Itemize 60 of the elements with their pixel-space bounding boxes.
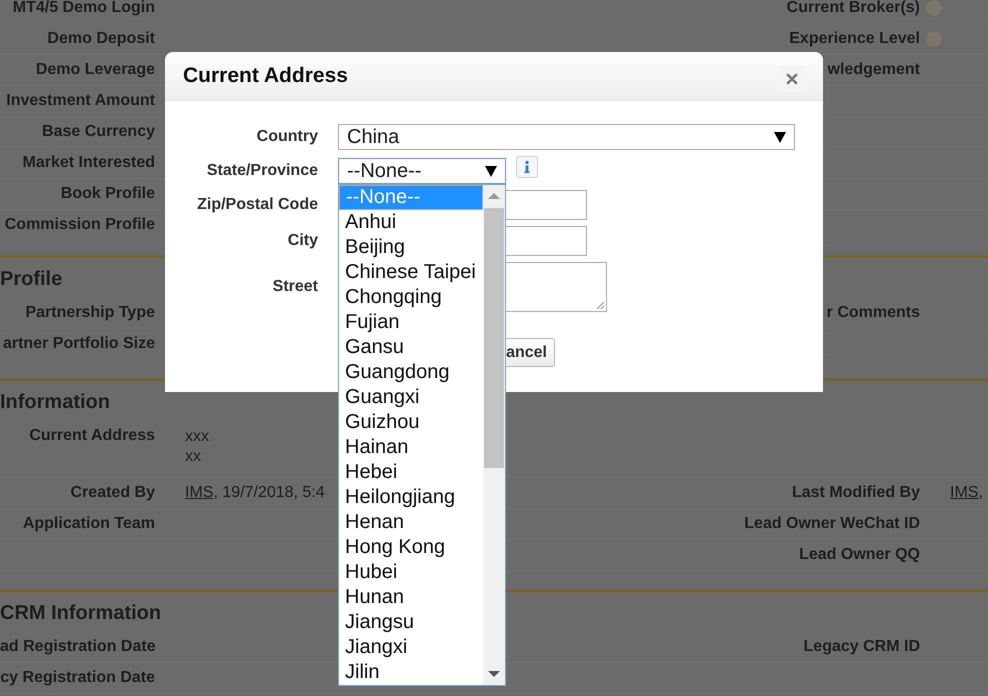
- field-label: State/Province: [206, 161, 318, 181]
- section-heading: Profile: [0, 267, 62, 292]
- dropdown-option[interactable]: Guangxi: [339, 385, 483, 410]
- dropdown-option[interactable]: Jiangxi: [339, 635, 483, 660]
- field-label: Experience Level: [789, 29, 920, 49]
- dropdown-option[interactable]: Jiangsu: [339, 610, 483, 635]
- field-value: ,: [978, 484, 983, 501]
- field-value: xx: [185, 447, 201, 467]
- dropdown-option[interactable]: Hubei: [339, 560, 483, 585]
- field-label: Street: [272, 277, 318, 297]
- dropdown-option[interactable]: Hainan: [339, 435, 483, 460]
- resize-grip-icon[interactable]: [596, 301, 605, 310]
- dialog-title: Current Address: [183, 64, 348, 88]
- dropdown-option[interactable]: Chinese Taipei: [339, 260, 483, 285]
- dropdown-option[interactable]: Hunan: [339, 585, 483, 610]
- caret-icon: [774, 132, 786, 142]
- field-label: Demo Leverage: [36, 60, 155, 80]
- field-label: Current Broker(s): [786, 0, 920, 18]
- dropdown-option[interactable]: Guizhou: [339, 410, 483, 435]
- field-label: r Comments: [826, 303, 920, 323]
- dropdown-option[interactable]: Heilongjiang: [339, 485, 483, 510]
- dropdown-option[interactable]: Anhui: [339, 210, 483, 235]
- close-icon: [786, 73, 798, 85]
- dropdown-option[interactable]: Jilin: [339, 660, 483, 685]
- field-label: Partnership Type: [25, 303, 155, 323]
- info-icon[interactable]: [516, 156, 538, 178]
- field-label: Zip/Postal Code: [196, 195, 318, 215]
- country-select[interactable]: China: [338, 124, 795, 150]
- field-label: Created By: [70, 483, 155, 503]
- field-label: cy Registration Date: [0, 668, 155, 688]
- field-label: MT4/5 Demo Login: [12, 0, 155, 18]
- dropdown-option[interactable]: Hong Kong: [339, 535, 483, 560]
- field-label: Last Modified By: [792, 483, 920, 503]
- dropdown-option[interactable]: Chongqing: [339, 285, 483, 310]
- field-label: Book Profile: [60, 184, 155, 204]
- field-label: Market Interested: [22, 153, 155, 173]
- field-label: Legacy CRM ID: [804, 637, 920, 657]
- field-label: Investment Amount: [6, 91, 155, 111]
- section-heading: Information: [0, 390, 110, 415]
- field-value: , 19/7/2018, 5:4: [213, 484, 325, 501]
- field-label: Application Team: [22, 514, 155, 534]
- dropdown-option[interactable]: Henan: [339, 510, 483, 535]
- field-label: City: [286, 231, 318, 251]
- field-label: artner Portfolio Size: [2, 334, 155, 354]
- section-heading: CRM Information: [0, 601, 162, 626]
- field-label: Lead Owner WeChat ID: [744, 514, 920, 534]
- field-value: xxx: [185, 427, 209, 447]
- field-label: Commission Profile: [4, 215, 155, 235]
- field-label: wledgement: [828, 60, 920, 80]
- dropdown-option[interactable]: Beijing: [339, 235, 483, 260]
- field-label: Lead Owner QQ: [799, 545, 920, 565]
- state-select[interactable]: --None--: [338, 158, 506, 184]
- dropdown-option[interactable]: Fujian: [339, 310, 483, 335]
- field-label: Country: [256, 127, 318, 147]
- field-label: ad Registration Date: [0, 637, 156, 657]
- dropdown-option[interactable]: Hebei: [339, 460, 483, 485]
- field-label: Base Currency: [42, 122, 155, 142]
- field-label: Demo Deposit: [47, 29, 155, 49]
- field-label: Current Address: [29, 426, 155, 446]
- scrollbar[interactable]: [483, 185, 505, 685]
